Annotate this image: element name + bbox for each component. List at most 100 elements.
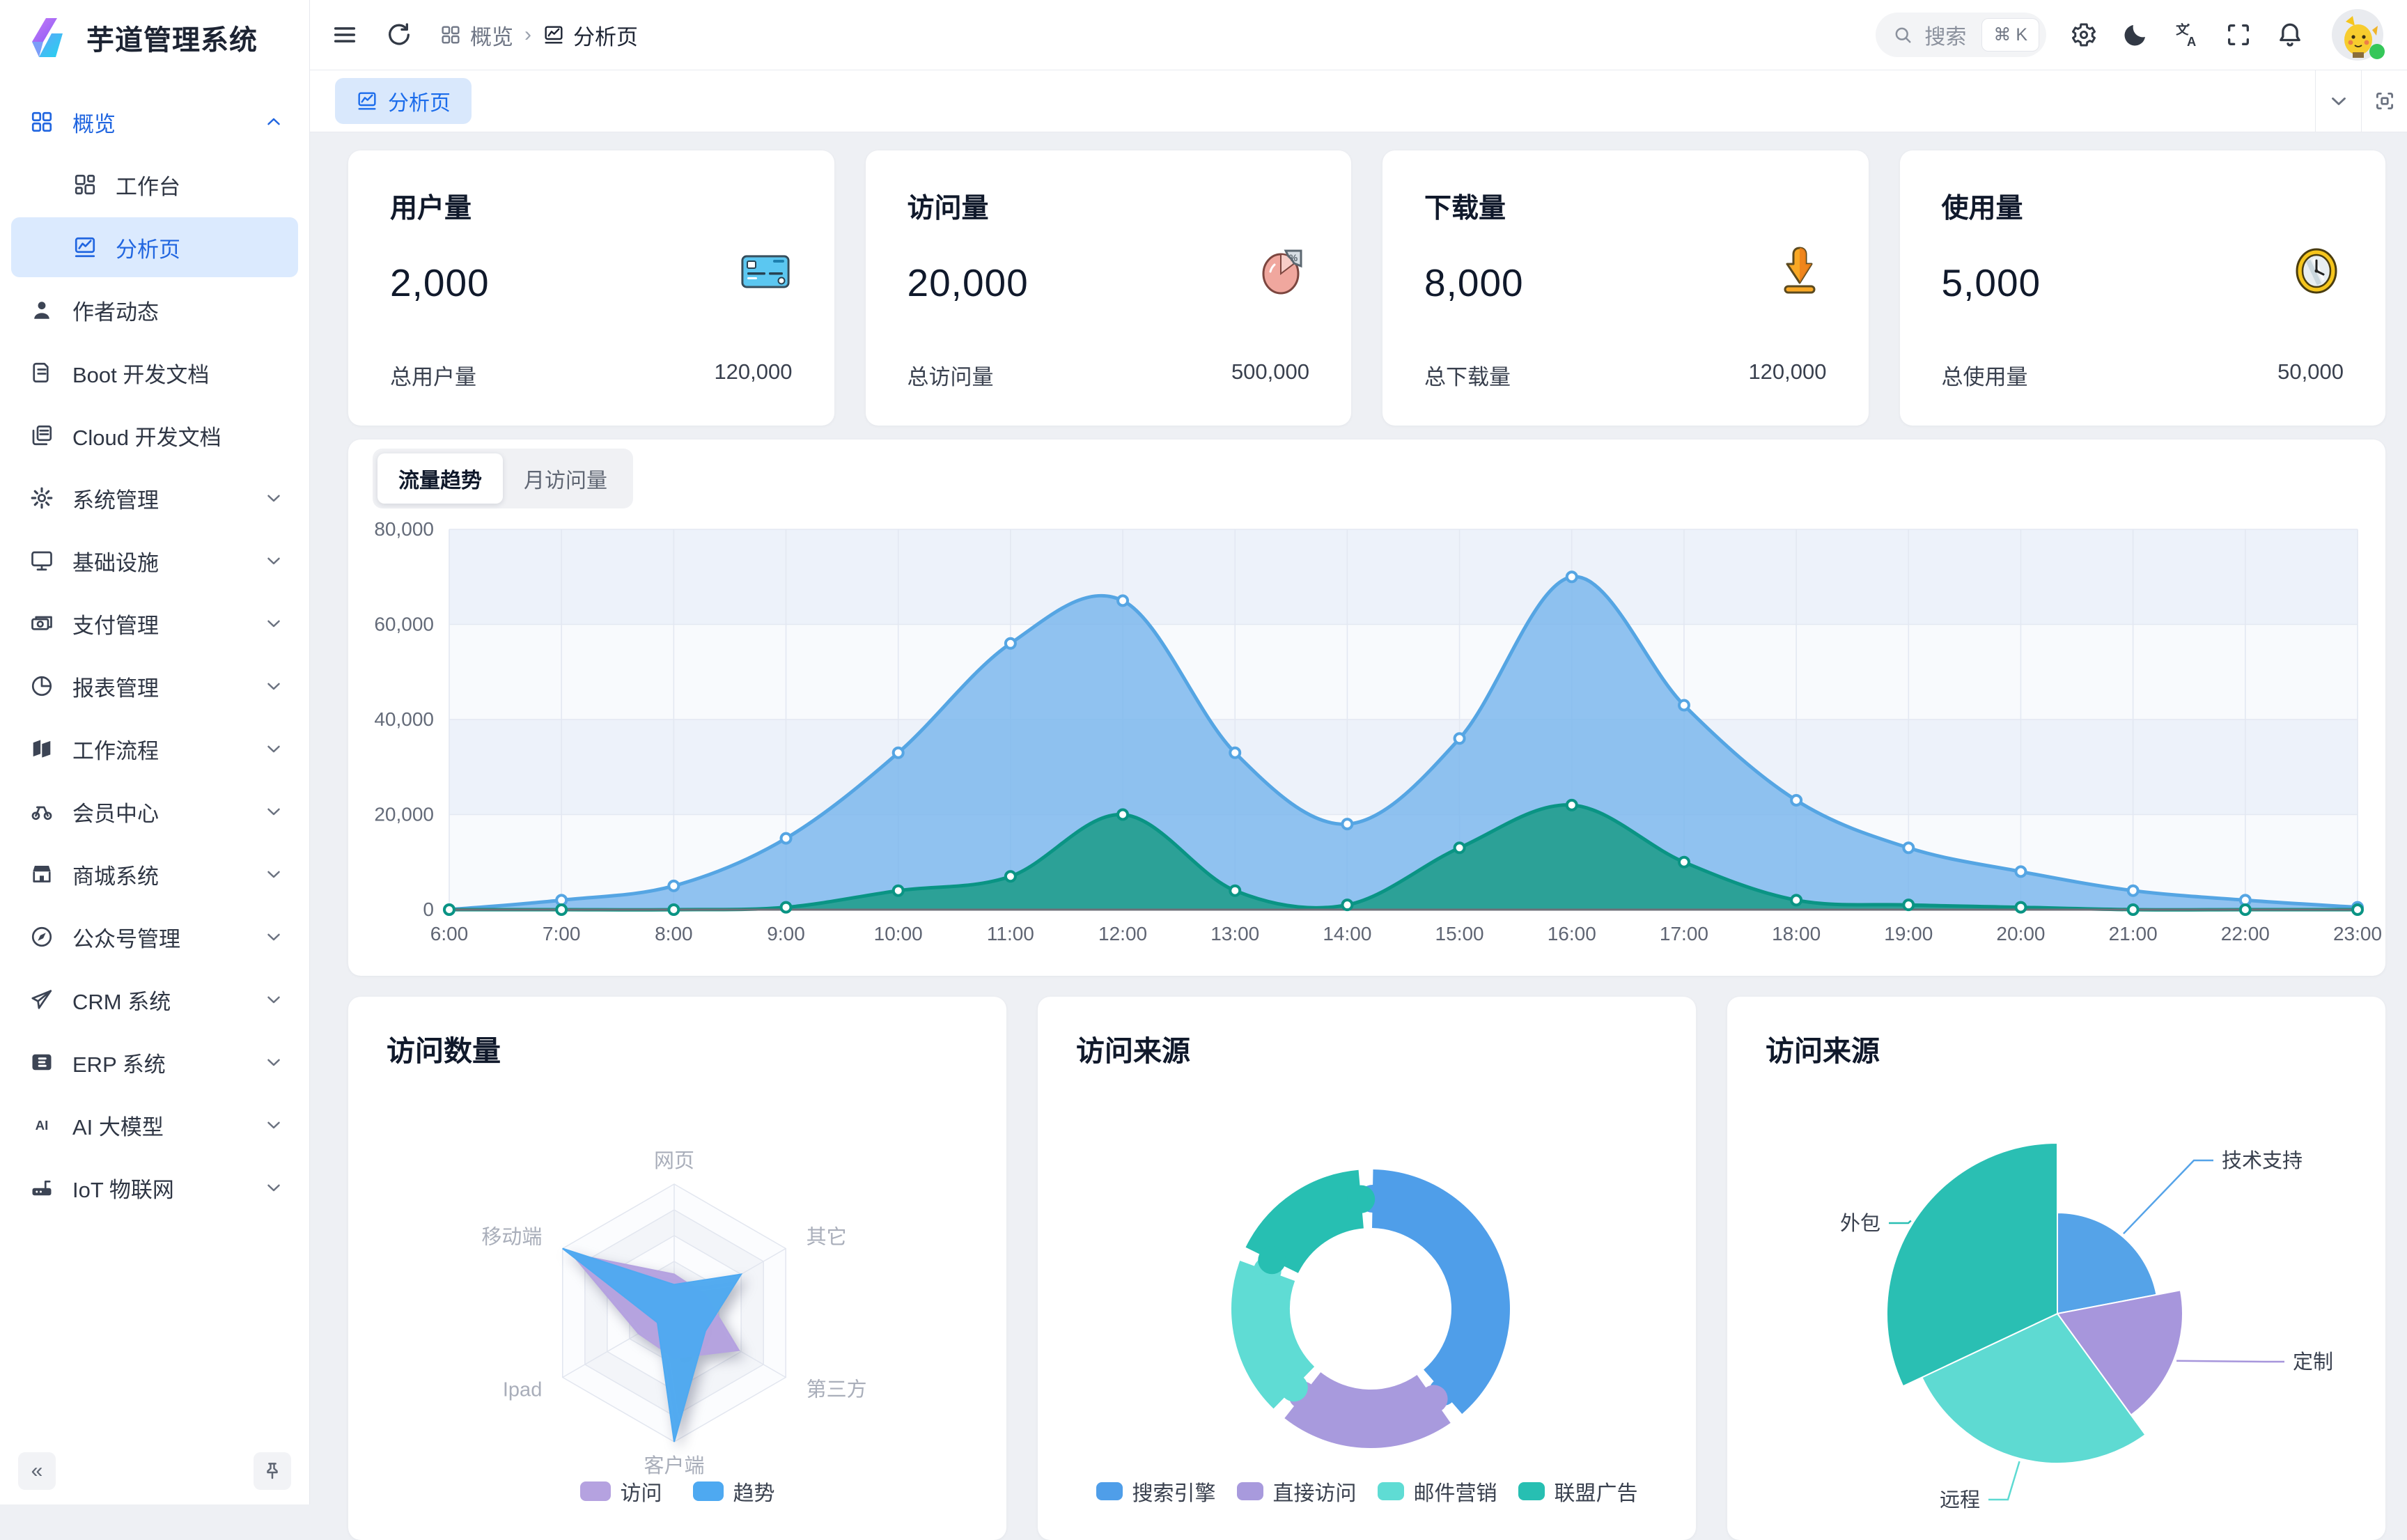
- legend-item-趋势[interactable]: 趋势: [693, 1476, 775, 1507]
- collapse-sidebar-button[interactable]: «: [18, 1452, 56, 1490]
- sidebar-item-author-news[interactable]: 作者动态: [11, 280, 298, 340]
- radar-legend: 访问 趋势: [348, 1476, 1006, 1507]
- sidebar-item-label: 系统管理: [72, 483, 245, 514]
- search-icon: [1892, 24, 1913, 45]
- sidebar-item-label: IoT 物联网: [72, 1172, 245, 1204]
- sidebar-item-overview[interactable]: 概览: [11, 92, 298, 152]
- settings-button[interactable]: [2070, 21, 2098, 49]
- sidebar-item-system[interactable]: 系统管理: [11, 468, 298, 528]
- moon-icon: [2121, 21, 2149, 49]
- visit-count-radar-chart: 网页其它第三方客户端Ipad移动端: [348, 1059, 1006, 1512]
- chevron-down-icon: [263, 488, 284, 508]
- tab-analysis[interactable]: 分析页: [335, 78, 472, 124]
- pie-label-定制: 定制: [2293, 1351, 2333, 1374]
- search-shortcut: ⌘ K: [1981, 18, 2039, 52]
- analysis-icon: [72, 235, 98, 260]
- app-logo[interactable]: 芋道管理系统: [0, 0, 309, 70]
- content-fullscreen-button[interactable]: [2361, 70, 2407, 132]
- chart-icon: [543, 24, 565, 46]
- chevron-down-icon: [263, 1177, 284, 1198]
- svg-text:6:00: 6:00: [430, 923, 469, 944]
- sidebar-item-report[interactable]: 报表管理: [11, 656, 298, 716]
- svg-text:网页: 网页: [654, 1150, 694, 1172]
- sidebar-item-ai[interactable]: AIAI 大模型: [11, 1095, 298, 1155]
- pin-sidebar-button[interactable]: [254, 1452, 291, 1490]
- stat-value: 20,000: [908, 260, 1029, 305]
- svg-text:21:00: 21:00: [2109, 923, 2158, 944]
- svg-text:13:00: 13:00: [1210, 923, 1259, 944]
- page-content: 用户量2,000总用户量120,000访问量20,000%总访问量500,000…: [310, 132, 2407, 1504]
- svg-text:12:00: 12:00: [1098, 923, 1147, 944]
- sidebar-item-analysis[interactable]: 分析页: [11, 217, 298, 277]
- settings-icon: [2070, 21, 2098, 49]
- sidebar-item-cloud-docs[interactable]: Cloud 开发文档: [11, 405, 298, 465]
- stat-footer-label: 总访问量: [908, 359, 994, 391]
- refresh-button[interactable]: [385, 21, 413, 49]
- sidebar-item-boot-docs[interactable]: Boot 开发文档: [11, 343, 298, 403]
- legend-item-搜索引擎[interactable]: 搜索引擎: [1096, 1476, 1216, 1507]
- sidebar-item-crm[interactable]: CRM 系统: [11, 970, 298, 1029]
- breadcrumb-overview[interactable]: 概览: [439, 20, 513, 51]
- mall-icon: [29, 862, 54, 887]
- pin-icon: [262, 1461, 283, 1481]
- sidebar-item-erp[interactable]: ERP 系统: [11, 1032, 298, 1092]
- legend-item-直接访问[interactable]: 直接访问: [1237, 1476, 1357, 1507]
- pie-label-技术支持: 技术支持: [2222, 1149, 2303, 1172]
- chevron-down-icon: [263, 1114, 284, 1135]
- dark-mode-button[interactable]: [2121, 21, 2149, 49]
- sidebar-item-label: CRM 系统: [72, 984, 245, 1016]
- svg-text:A: A: [2187, 34, 2196, 49]
- stat-footer-value: 120,000: [714, 359, 792, 391]
- visit-source-donut-chart: [1038, 1059, 1696, 1512]
- hamburger-menu-button[interactable]: [331, 21, 359, 49]
- sidebar-item-mall[interactable]: 商城系统: [11, 844, 298, 904]
- sidebar-item-label: 商城系统: [72, 859, 245, 890]
- user-avatar[interactable]: [2332, 9, 2383, 61]
- legend-item-联盟广告[interactable]: 联盟广告: [1518, 1476, 1638, 1507]
- gear-icon: [29, 485, 54, 511]
- stats-row: 用户量2,000总用户量120,000访问量20,000%总访问量500,000…: [348, 150, 2385, 426]
- clock-icon: [2288, 242, 2345, 300]
- logo-icon: [25, 15, 70, 60]
- main-area: 概览 › 分析页 搜索 ⌘ K 文A: [310, 0, 2407, 1504]
- svg-text:14:00: 14:00: [1323, 923, 1371, 944]
- search-placeholder: 搜索: [1924, 20, 1966, 50]
- sidebar-item-payment[interactable]: 支付管理: [11, 593, 298, 653]
- svg-text:19:00: 19:00: [1884, 923, 1933, 944]
- legend-item-访问[interactable]: 访问: [580, 1476, 662, 1507]
- svg-text:8:00: 8:00: [655, 923, 693, 944]
- tabbar: 分析页: [310, 70, 2407, 132]
- sidebar-item-label: 支付管理: [72, 608, 245, 639]
- svg-text:10:00: 10:00: [874, 923, 923, 944]
- sidebar-footer: «: [0, 1438, 309, 1504]
- sidebar-item-member[interactable]: 会员中心: [11, 781, 298, 841]
- svg-text:Ipad: Ipad: [503, 1379, 542, 1401]
- sidebar-item-workflow[interactable]: 工作流程: [11, 719, 298, 779]
- tab-list-dropdown-button[interactable]: [2315, 70, 2361, 132]
- sidebar-item-iot[interactable]: IoT 物联网: [11, 1158, 298, 1218]
- language-button[interactable]: 文A: [2173, 21, 2201, 49]
- legend-label: 趋势: [733, 1476, 775, 1507]
- stat-footer-label: 总下载量: [1424, 359, 1511, 391]
- breadcrumb-analysis[interactable]: 分析页: [543, 20, 638, 51]
- svg-text:AI: AI: [36, 1118, 49, 1133]
- search-input[interactable]: 搜索 ⌘ K: [1876, 13, 2046, 57]
- visit-source-rose-card: 访问来源 技术支持定制远程外包: [1727, 997, 2385, 1540]
- svg-text:其它: 其它: [807, 1226, 847, 1249]
- workbench-icon: [72, 172, 98, 197]
- fullscreen-button[interactable]: [2225, 21, 2252, 49]
- chevron-down-icon: [2327, 89, 2351, 113]
- sidebar-item-label: 工作台: [116, 169, 284, 201]
- legend-item-邮件营销[interactable]: 邮件营销: [1378, 1476, 1497, 1507]
- chevron-down-icon: [263, 676, 284, 697]
- stat-card-下载量: 下载量8,000总下载量120,000: [1382, 150, 1869, 426]
- sidebar-item-infra[interactable]: 基础设施: [11, 531, 298, 591]
- svg-text:11:00: 11:00: [987, 923, 1034, 944]
- sidebar-item-workbench[interactable]: 工作台: [11, 155, 298, 215]
- tab-traffic-trend[interactable]: 流量趋势: [377, 453, 503, 504]
- sidebar-menu: 概览工作台分析页作者动态Boot 开发文档Cloud 开发文档系统管理基础设施支…: [0, 70, 309, 1218]
- notifications-button[interactable]: [2276, 21, 2304, 49]
- sidebar-item-mp[interactable]: 公众号管理: [11, 907, 298, 967]
- svg-text:80,000: 80,000: [374, 518, 434, 540]
- tab-monthly-visits[interactable]: 月访问量: [503, 453, 628, 504]
